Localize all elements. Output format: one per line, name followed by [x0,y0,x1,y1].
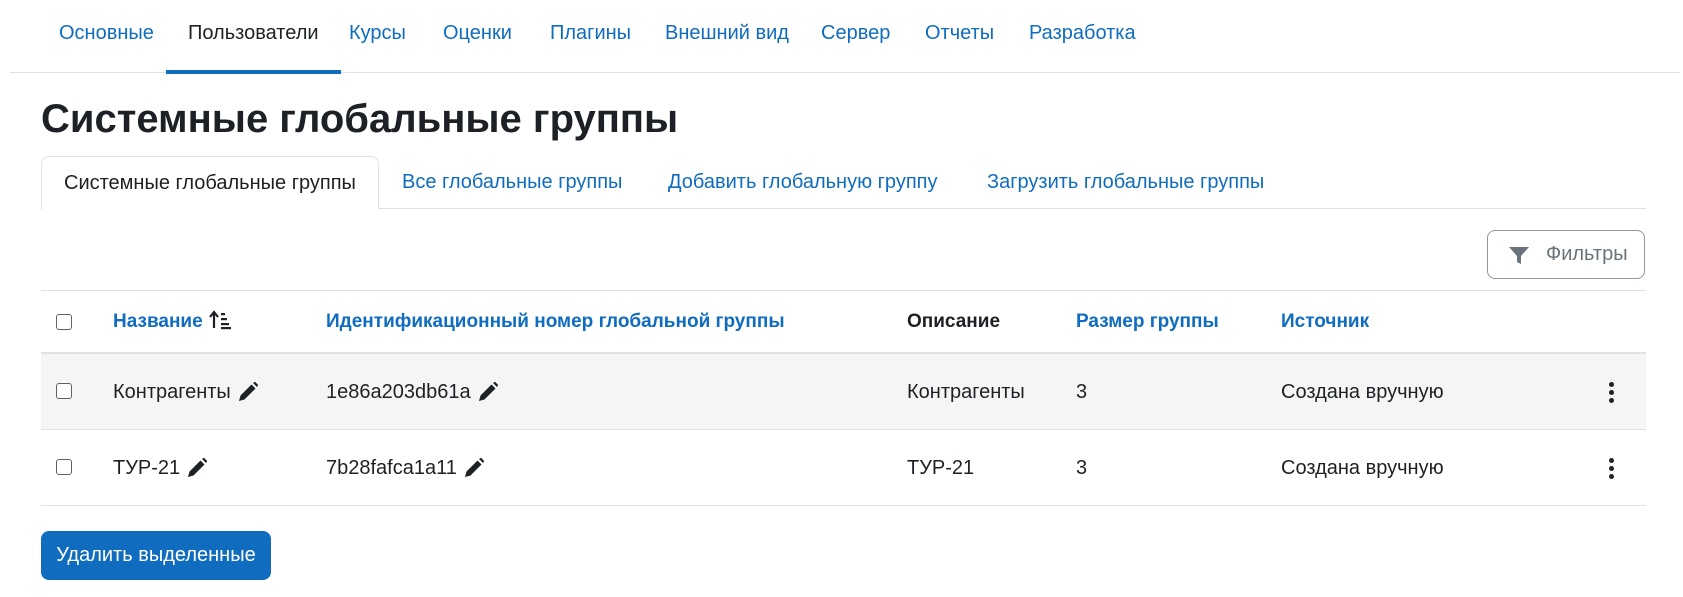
page-title: Системные глобальные группы [41,97,679,141]
secondary-tabs: Системные глобальные группы Все глобальн… [41,156,1646,210]
cohort-name-cell: ТУР-21 [113,430,208,506]
topnav-item-server[interactable]: Сервер [821,0,890,73]
cohort-idnumber: 7b28fafca1a11 [326,457,457,479]
page: Основные Пользователи Курсы Оценки Плаги… [0,0,1683,597]
sort-ascending-icon [208,310,231,330]
cohort-name: Контрагенты [113,381,231,403]
topnav-item-development[interactable]: Разработка [1029,0,1136,73]
table-row: ТУР-21 7b28fafca1a11 ТУР-21 3 Создана вр… [41,430,1646,506]
column-header-name-label: Название [113,311,203,332]
tab-system-cohorts[interactable]: Системные глобальные группы [41,156,379,210]
cohorts-table: Название Идентификационный номер глобаль… [41,290,1646,506]
column-header-idnumber[interactable]: Идентификационный номер глобальной групп… [326,291,785,353]
topnav-item-general[interactable]: Основные [59,0,154,73]
topnav-item-users[interactable]: Пользователи [166,0,341,74]
topnav-item-grades[interactable]: Оценки [443,0,512,73]
cohort-idnumber-cell: 1e86a203db61a [326,354,499,430]
topnav-item-courses[interactable]: Курсы [349,0,406,73]
filters-button[interactable]: Фильтры [1487,230,1645,279]
kebab-menu-icon[interactable] [1608,382,1614,404]
cohort-source: Создана вручную [1281,381,1444,403]
cohort-idnumber-cell: 7b28fafca1a11 [326,430,485,506]
pencil-icon[interactable] [186,457,208,479]
cohort-name-cell: Контрагенты [113,354,259,430]
cohort-size: 3 [1076,381,1088,403]
filters-button-label: Фильтры [1546,243,1628,265]
cohort-size: 3 [1076,457,1088,479]
pencil-icon[interactable] [463,457,485,479]
topnav-item-plugins[interactable]: Плагины [550,0,631,73]
cohort-description: Контрагенты [907,381,1025,403]
cohort-name: ТУР-21 [113,457,181,479]
column-header-source[interactable]: Источник [1281,291,1369,353]
delete-selected-button[interactable]: Удалить выделенные [41,531,271,580]
row-checkbox[interactable] [56,383,72,399]
column-header-description: Описание [907,311,1001,332]
topnav-item-appearance[interactable]: Внешний вид [665,0,789,73]
column-header-size[interactable]: Размер группы [1076,291,1219,353]
cohort-idnumber: 1e86a203db61a [326,381,471,403]
tab-upload-cohorts[interactable]: Загрузить глобальные группы [987,156,1264,209]
pencil-icon[interactable] [237,381,259,403]
cohort-description: ТУР-21 [907,457,975,479]
pencil-icon[interactable] [477,381,499,403]
cohort-source: Создана вручную [1281,457,1444,479]
topnav-item-reports[interactable]: Отчеты [925,0,994,73]
select-all-checkbox[interactable] [56,314,72,330]
tab-all-cohorts[interactable]: Все глобальные группы [402,156,622,209]
row-checkbox[interactable] [56,459,72,475]
table-row: Контрагенты 1e86a203db61a Контрагенты 3 … [41,354,1646,430]
column-header-name[interactable]: Название [113,291,233,353]
kebab-menu-icon[interactable] [1608,458,1614,480]
admin-top-nav: Основные Пользователи Курсы Оценки Плаги… [10,0,1680,74]
table-header: Название Идентификационный номер глобаль… [41,290,1646,354]
filter-icon [1509,247,1529,264]
tab-add-cohort[interactable]: Добавить глобальную группу [668,156,937,209]
